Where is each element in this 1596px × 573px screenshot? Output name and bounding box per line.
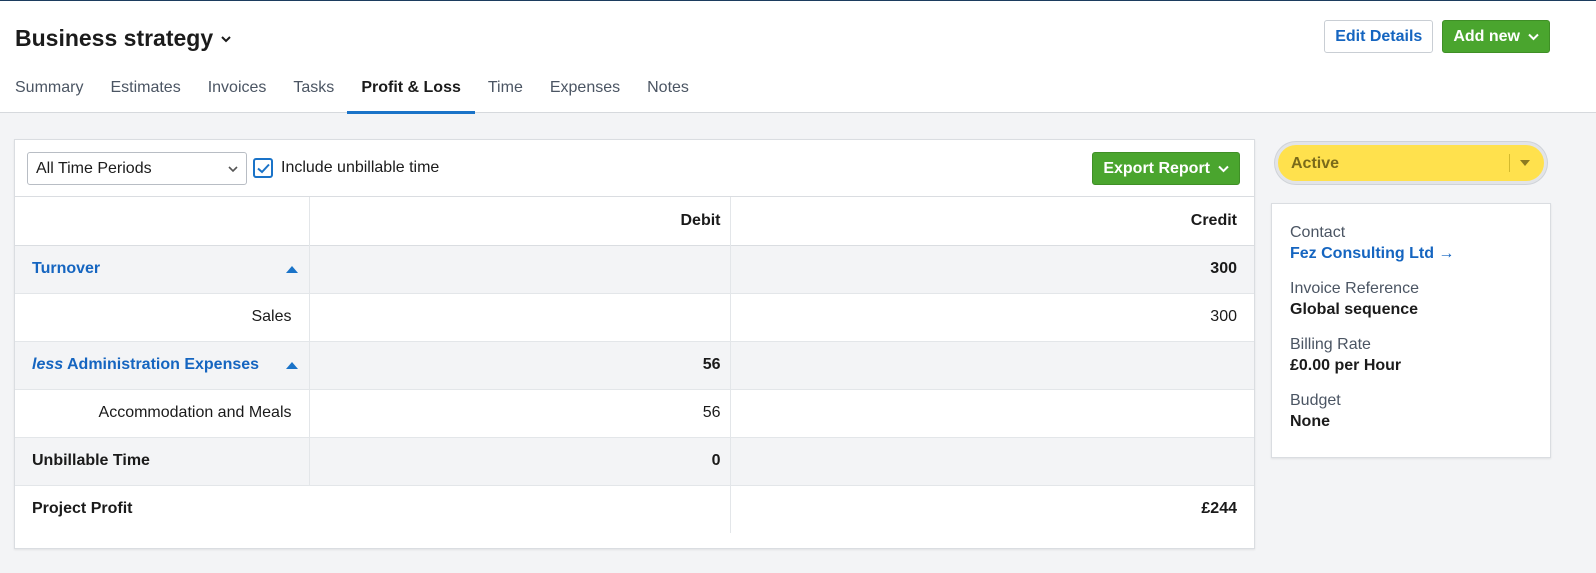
profit-loss-card: All Time Periods Include unbillable time… <box>14 139 1255 549</box>
include-unbillable-option[interactable]: Include unbillable time <box>253 158 439 178</box>
accommodation-debit: 56 <box>309 389 731 437</box>
admin-expenses-credit <box>730 341 1254 389</box>
table-row: Project Profit £244 <box>15 485 1254 533</box>
turnover-debit <box>309 245 731 293</box>
turnover-credit: 300 <box>730 245 1254 293</box>
collapse-triangle-icon <box>285 265 298 273</box>
billing-rate-value: £0.00 per Hour <box>1290 357 1402 374</box>
unbillable-time-credit <box>730 437 1254 485</box>
sales-credit: 300 <box>1210 308 1237 325</box>
invoice-reference-label: Invoice Reference <box>1290 280 1419 297</box>
turnover-label: Turnover <box>32 260 101 277</box>
admin-expenses-label: Administration Expenses <box>67 356 260 373</box>
table-row: Unbillable Time 0 <box>15 437 1254 485</box>
less-prefix: less <box>32 356 64 373</box>
page-title: Business strategy <box>15 25 214 51</box>
tab-notes[interactable]: Notes <box>647 65 689 113</box>
add-new-label: Add new <box>1453 27 1520 45</box>
chevron-down-icon <box>221 35 231 42</box>
admin-expenses-toggle[interactable]: less Administration Expenses <box>15 341 310 389</box>
project-profit-label: Project Profit <box>15 485 731 533</box>
admin-expenses-label-wrap: less Administration Expenses <box>32 356 259 374</box>
edit-details-button[interactable]: Edit Details <box>1324 20 1434 53</box>
unbillable-time-debit: 0 <box>309 437 731 485</box>
tab-invoices[interactable]: Invoices <box>208 65 267 113</box>
header-credit: Credit <box>1190 211 1237 229</box>
include-unbillable-label: Include unbillable time <box>281 159 440 176</box>
chevron-down-icon <box>1218 165 1229 172</box>
include-unbillable-checkbox[interactable] <box>253 158 273 178</box>
project-profit-value: £244 <box>1201 500 1237 518</box>
tab-tasks[interactable]: Tasks <box>293 65 334 113</box>
table-row: less Administration Expenses 56 <box>15 341 1254 389</box>
chevron-down-icon <box>228 166 238 173</box>
accommodation-label: Accommodation and Meals <box>15 389 310 437</box>
tab-time[interactable]: Time <box>488 65 523 113</box>
tab-profit-loss[interactable]: Profit & Loss <box>347 65 475 114</box>
header-actions: Edit Details Add new <box>1324 20 1550 53</box>
report-toolbar: All Time Periods Include unbillable time… <box>15 140 1254 197</box>
caret-down-icon <box>1520 160 1530 166</box>
status-divider <box>1509 154 1510 172</box>
status-label: Active <box>1291 155 1340 172</box>
tab-expenses[interactable]: Expenses <box>550 65 620 113</box>
billing-rate-label: Billing Rate <box>1290 336 1371 353</box>
export-report-label: Export Report <box>1103 159 1210 177</box>
accommodation-credit <box>730 389 1254 437</box>
admin-expenses-debit: 56 <box>309 341 731 389</box>
checkmark-icon <box>256 163 270 173</box>
chevron-down-icon <box>1528 33 1539 40</box>
project-title-dropdown[interactable]: Business strategy <box>15 25 231 52</box>
table-row: Sales 300 <box>15 293 1254 341</box>
contact-link[interactable]: Fez Consulting Ltd → <box>1290 243 1532 265</box>
export-report-button[interactable]: Export Report <box>1092 152 1240 185</box>
time-period-value: All Time Periods <box>36 160 152 177</box>
collapse-triangle-icon <box>285 361 298 369</box>
profit-loss-table: Debit Credit Turnover 300 Sales 300 less… <box>15 197 1254 533</box>
add-new-button[interactable]: Add new <box>1442 20 1550 53</box>
tab-bar: Summary Estimates Invoices Tasks Profit … <box>15 65 716 114</box>
tab-estimates[interactable]: Estimates <box>110 65 180 113</box>
header-blank <box>15 197 310 245</box>
project-details-panel: Contact Fez Consulting Ltd → Invoice Ref… <box>1271 203 1551 458</box>
budget-label: Budget <box>1290 392 1341 409</box>
budget-value: None <box>1290 413 1330 430</box>
unbillable-time-label: Unbillable Time <box>15 437 310 485</box>
page-header: Business strategy Edit Details Add new S… <box>0 1 1596 114</box>
contact-label: Contact <box>1290 224 1346 241</box>
time-period-select[interactable]: All Time Periods <box>27 152 247 185</box>
table-row: Accommodation and Meals 56 <box>15 389 1254 437</box>
tab-summary[interactable]: Summary <box>15 65 83 113</box>
turnover-toggle[interactable]: Turnover <box>15 245 310 293</box>
sales-label: Sales <box>15 293 310 341</box>
table-header-row: Debit Credit <box>15 197 1254 245</box>
header-debit: Debit <box>309 197 731 245</box>
invoice-reference-value: Global sequence <box>1290 301 1419 318</box>
status-dropdown[interactable]: Active <box>1275 142 1547 184</box>
sales-debit <box>309 293 731 341</box>
table-row: Turnover 300 <box>15 245 1254 293</box>
